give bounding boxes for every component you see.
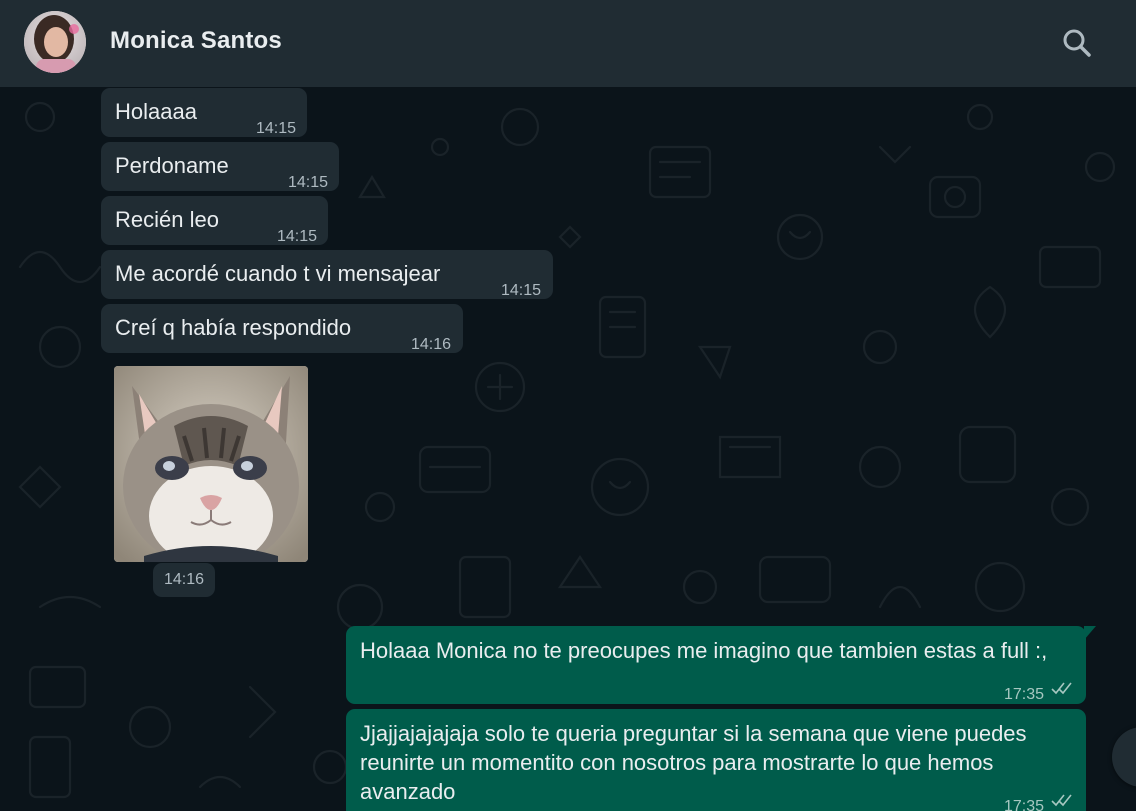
message-text: Creí q había respondido xyxy=(115,315,352,340)
message-time: 14:16 xyxy=(411,336,452,353)
incoming-message[interactable]: Me acordé cuando t vi mensajear 14:15 xyxy=(101,250,553,299)
incoming-message[interactable]: Creí q había respondido 14:16 xyxy=(101,304,463,353)
search-button[interactable] xyxy=(1058,24,1096,62)
contact-avatar[interactable] xyxy=(24,11,86,73)
incoming-image-message[interactable] xyxy=(101,359,321,591)
message-time: 17:35 xyxy=(1004,798,1045,811)
chat-header: Monica Santos xyxy=(0,0,1136,87)
read-double-check-icon xyxy=(1051,794,1072,807)
message-text-line: reunirte un momentito con nosotros para … xyxy=(360,750,994,775)
message-text: Perdoname xyxy=(115,153,229,178)
image-time: 14:16 xyxy=(153,563,215,597)
message-text: Me acordé cuando t vi mensajear xyxy=(115,261,441,286)
chat-window: Monica Santos Holaaaa 14:15 Perdoname 14… xyxy=(0,0,1136,811)
read-double-check-icon xyxy=(1051,682,1072,695)
incoming-message[interactable]: Holaaaa 14:15 xyxy=(101,88,307,137)
message-text-line: Jjajjajajajaja solo te queria preguntar … xyxy=(360,721,1027,746)
message-time: 14:15 xyxy=(277,228,318,245)
message-text: Holaaa Monica no te preocupes me imagino… xyxy=(360,638,1048,663)
message-text-line: avanzado xyxy=(360,779,456,804)
message-time: 14:15 xyxy=(288,174,329,191)
message-time: 17:35 xyxy=(1004,686,1045,703)
search-icon xyxy=(1063,29,1091,57)
message-list[interactable]: Holaaaa 14:15 Perdoname 14:15 Recién leo… xyxy=(0,87,1136,811)
incoming-message[interactable]: Perdoname 14:15 xyxy=(101,142,339,191)
message-text: Holaaaa xyxy=(115,99,197,124)
cat-photo[interactable] xyxy=(114,366,308,562)
contact-name[interactable]: Monica Santos xyxy=(110,27,282,55)
message-text: Recién leo xyxy=(115,207,219,232)
outgoing-message[interactable]: Jjajjajajajaja solo te queria preguntar … xyxy=(346,709,1086,811)
message-time: 14:15 xyxy=(501,282,542,299)
message-time: 14:15 xyxy=(256,120,297,137)
incoming-message[interactable]: Recién leo 14:15 xyxy=(101,196,328,245)
outgoing-message[interactable]: Holaaa Monica no te preocupes me imagino… xyxy=(346,626,1086,704)
